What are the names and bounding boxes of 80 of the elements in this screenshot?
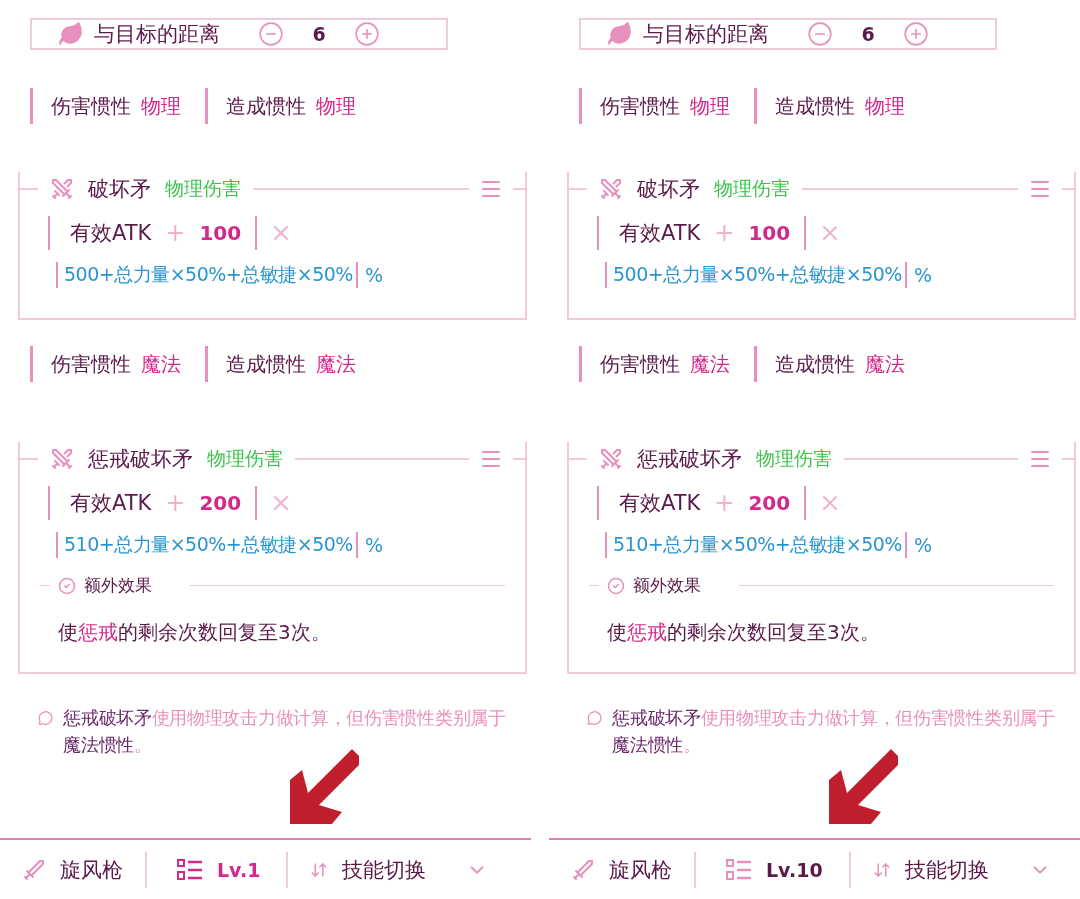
plus-sign: + (714, 219, 735, 247)
skill-name: 破坏矛 (637, 176, 700, 203)
inertia-value: 魔法 (865, 350, 905, 378)
plus-button[interactable] (903, 21, 929, 47)
plus-button[interactable] (354, 21, 380, 47)
crossed-swords-icon (50, 177, 74, 201)
skill-name: 惩戒破坏矛 (88, 446, 193, 473)
skill-name: 惩戒破坏矛 (637, 446, 742, 473)
inertia-label: 造成惯性 (775, 350, 855, 378)
leaf-icon (607, 21, 633, 47)
extra-effect-text: 使惩戒的剩余次数回复至3次。 (58, 619, 332, 646)
distance-label: 与目标的距离 (94, 21, 220, 48)
skill-switch-label[interactable]: 技能切换 (904, 856, 989, 884)
sword-icon (571, 858, 595, 882)
extra-effect-title: 额外效果 (84, 574, 152, 597)
inertia-label: 伤害惯性 (51, 350, 131, 378)
weapon-name[interactable]: 旋风枪 (609, 856, 672, 884)
weapon-name[interactable]: 旋风枪 (60, 856, 123, 884)
inertia-value: 物理 (865, 92, 905, 120)
damage-formula: 500+总力量×50%+总敏捷×50% (56, 262, 358, 288)
skill-note: 惩戒破坏矛使用物理攻击力做计算，但伤害惯性类别属于 魔法惯性。 (612, 706, 1056, 757)
skill-note: 惩戒破坏矛使用物理攻击力做计算，但伤害惯性类别属于 魔法惯性。 (63, 706, 507, 757)
inertia-label: 伤害惯性 (600, 350, 680, 378)
percent-unit: % (912, 264, 932, 286)
damage-type: 物理伤害 (207, 446, 283, 471)
inertia-label: 伤害惯性 (51, 92, 131, 120)
inertia-label: 造成惯性 (226, 92, 306, 120)
plus-sign: + (165, 489, 186, 517)
percent-unit: % (363, 264, 383, 286)
atk-label: 有效ATK (70, 490, 152, 517)
damage-formula: 500+总力量×50%+总敏捷×50% (605, 262, 907, 288)
atk-label: 有效ATK (70, 220, 152, 247)
extra-effect-text: 使惩戒的剩余次数回复至3次。 (607, 619, 881, 646)
list-icon (726, 858, 752, 882)
crossed-swords-icon (599, 177, 623, 201)
level-label[interactable]: Lv.10 (766, 859, 823, 881)
skill-switch-label[interactable]: 技能切换 (342, 856, 427, 884)
inertia-label: 伤害惯性 (600, 92, 680, 120)
minus-button[interactable] (807, 21, 833, 47)
damage-type: 物理伤害 (714, 176, 790, 201)
inertia-label: 造成惯性 (226, 350, 306, 378)
atk-label: 有效ATK (619, 490, 701, 517)
plus-sign: + (165, 219, 186, 247)
inertia-value: 物理 (690, 92, 730, 120)
minus-button[interactable] (258, 21, 284, 47)
percent-unit: % (363, 534, 383, 556)
comment-icon (587, 709, 603, 727)
inertia-value: 物理 (316, 92, 356, 120)
sword-icon (22, 858, 46, 882)
leaf-icon (58, 21, 84, 47)
swap-icon (310, 861, 329, 879)
atk-label: 有效ATK (619, 220, 701, 247)
level-label[interactable]: Lv.1 (217, 859, 261, 881)
distance-value: 6 (860, 23, 876, 45)
crossed-swords-icon (50, 447, 74, 471)
crossed-swords-icon (599, 447, 623, 471)
inertia-value: 魔法 (316, 350, 356, 378)
check-circle-icon (58, 576, 76, 595)
skill-name: 破坏矛 (88, 176, 151, 203)
distance-label: 与目标的距离 (643, 21, 769, 48)
extra-effect-title: 额外效果 (633, 574, 701, 597)
plus-sign: + (714, 489, 735, 517)
inertia-value: 魔法 (690, 350, 730, 378)
damage-formula: 510+总力量×50%+总敏捷×50% (56, 532, 358, 558)
atk-value: 100 (748, 221, 791, 245)
damage-type: 物理伤害 (756, 446, 832, 471)
percent-unit: % (912, 534, 932, 556)
atk-value: 200 (199, 491, 242, 515)
comment-icon (38, 709, 54, 727)
inertia-value: 物理 (141, 92, 181, 120)
check-circle-icon (607, 576, 625, 595)
list-icon (177, 858, 203, 882)
inertia-value: 魔法 (141, 350, 181, 378)
atk-value: 200 (748, 491, 791, 515)
distance-value: 6 (311, 23, 327, 45)
swap-icon (872, 861, 891, 879)
damage-type: 物理伤害 (165, 176, 241, 201)
damage-formula: 510+总力量×50%+总敏捷×50% (605, 532, 907, 558)
inertia-label: 造成惯性 (775, 92, 855, 120)
atk-value: 100 (199, 221, 242, 245)
